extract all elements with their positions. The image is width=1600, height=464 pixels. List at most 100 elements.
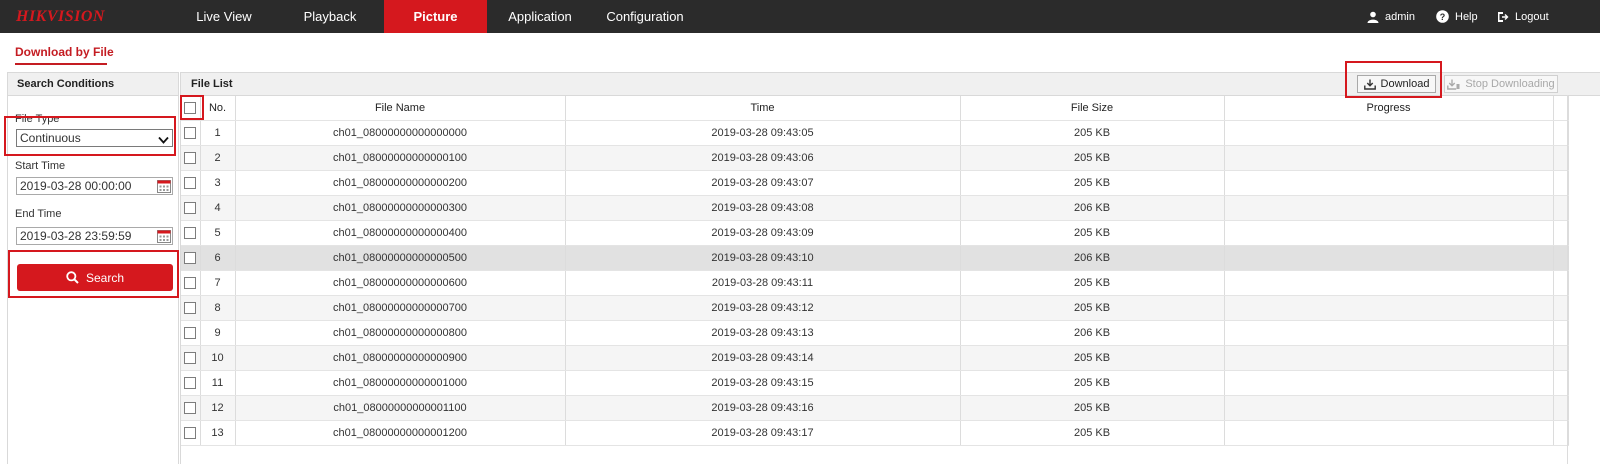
table-row[interactable]: 11 ch01_08000000000001000 2019-03-28 09:43… [181,370,1569,396]
row-scrollbar-spacer [1553,270,1569,296]
end-time-label: End Time [15,208,62,220]
calendar-icon[interactable] [157,229,171,243]
file-table: No. File Name Time File Size Progress 1c… [181,96,1569,446]
table-row[interactable]: 3 ch01_08000000000000200 2019-03-28 09:43:… [181,170,1569,196]
row-file-size: 205 KB [960,395,1225,421]
help-link[interactable]: ? Help [1436,0,1478,33]
column-header-no[interactable]: No. [200,96,236,121]
row-no: 8 [200,295,236,321]
scrollbar-header-spacer [1553,96,1569,121]
tab-active-underline [15,63,107,65]
row-no: 12 [200,395,236,421]
row-checkbox[interactable] [184,301,197,314]
nav-picture[interactable]: Picture [384,0,487,33]
row-time: 2019-03-28 09:43:15 [565,370,961,396]
end-time-input[interactable]: 2019-03-28 23:59:59 [16,227,173,245]
logout-link[interactable]: Logout [1497,0,1549,33]
row-time: 2019-03-28 09:43:07 [565,170,961,196]
row-checkbox[interactable] [184,226,197,239]
file-type-select[interactable]: Continuous [16,129,173,147]
row-progress [1224,345,1554,371]
row-checkbox-cell[interactable] [181,370,201,396]
row-file-size: 205 KB [960,295,1225,321]
table-row[interactable]: 13 ch01_08000000000001200 2019-03-28 09:43… [181,420,1569,446]
row-file-name: ch01_08000000000000200 [235,170,566,196]
row-checkbox-cell[interactable] [181,245,201,271]
row-file-name: ch01_08000000000000300 [235,195,566,221]
row-checkbox[interactable] [184,276,197,289]
row-checkbox[interactable] [184,401,197,414]
row-scrollbar-spacer [1553,195,1569,221]
row-checkbox-cell[interactable] [181,120,201,146]
table-row[interactable]: 6 ch01_08000000000000500 2019-03-28 09:43:… [181,245,1569,271]
table-row[interactable]: 10 ch01_08000000000000900 2019-03-28 09:43… [181,345,1569,371]
row-checkbox-cell[interactable] [181,220,201,246]
select-all-checkbox[interactable] [184,101,197,114]
logout-label: Logout [1515,10,1549,23]
row-checkbox-cell[interactable] [181,395,201,421]
row-file-name: ch01_08000000000000000 [235,120,566,146]
stop-downloading-button[interactable]: Stop Downloading [1444,75,1558,93]
row-checkbox[interactable] [184,151,197,164]
row-checkbox[interactable] [184,351,197,364]
row-checkbox-cell[interactable] [181,145,201,171]
row-no: 1 [200,120,236,146]
row-checkbox[interactable] [184,176,197,189]
row-checkbox[interactable] [184,126,197,139]
nav-live-view[interactable]: Live View [176,0,272,33]
row-checkbox-cell[interactable] [181,170,201,196]
row-time: 2019-03-28 09:43:13 [565,320,961,346]
row-checkbox-cell[interactable] [181,320,201,346]
select-all-cell[interactable] [181,96,201,121]
row-file-size: 205 KB [960,220,1225,246]
row-checkbox[interactable] [184,376,197,389]
row-checkbox-cell[interactable] [181,345,201,371]
row-scrollbar-spacer [1553,345,1569,371]
row-progress [1224,195,1554,221]
column-header-file-name[interactable]: File Name [235,96,566,121]
row-checkbox[interactable] [184,426,197,439]
nav-configuration[interactable]: Configuration [600,0,690,33]
row-file-name: ch01_08000000000000700 [235,295,566,321]
row-checkbox-cell[interactable] [181,270,201,296]
row-file-size: 205 KB [960,345,1225,371]
row-no: 11 [200,370,236,396]
table-row[interactable]: 1 ch01_08000000000000000 2019-03-28 09:43:… [181,120,1569,146]
user-menu[interactable]: admin [1367,0,1415,33]
table-row[interactable]: 7 ch01_08000000000000600 2019-03-28 09:43:… [181,270,1569,296]
start-time-label: Start Time [15,160,66,172]
scrollbar-track[interactable] [1567,95,1568,464]
table-row[interactable]: 9 ch01_08000000000000800 2019-03-28 09:43:… [181,320,1569,346]
row-checkbox-cell[interactable] [181,295,201,321]
table-row[interactable]: 8 ch01_08000000000000700 2019-03-28 09:43:… [181,295,1569,321]
row-checkbox[interactable] [184,326,197,339]
nav-application[interactable]: Application [497,0,583,33]
row-progress [1224,395,1554,421]
file-type-value: Continuous [20,131,81,145]
nav-playback[interactable]: Playback [282,0,378,33]
column-header-file-size[interactable]: File Size [960,96,1225,121]
table-row[interactable]: 2 ch01_08000000000000100 2019-03-28 09:43:… [181,145,1569,171]
table-row[interactable]: 4 ch01_08000000000000300 2019-03-28 09:43:… [181,195,1569,221]
row-scrollbar-spacer [1553,120,1569,146]
search-button[interactable]: Search [17,264,173,291]
start-time-input[interactable]: 2019-03-28 00:00:00 [16,177,173,195]
column-header-progress[interactable]: Progress [1224,96,1554,121]
calendar-icon[interactable] [157,179,171,193]
row-checkbox[interactable] [184,251,197,264]
row-no: 7 [200,270,236,296]
tab-download-by-file[interactable]: Download by File [15,45,114,59]
row-time: 2019-03-28 09:43:14 [565,345,961,371]
row-progress [1224,120,1554,146]
row-checkbox[interactable] [184,201,197,214]
column-header-time[interactable]: Time [565,96,961,121]
table-row[interactable]: 5 ch01_08000000000000400 2019-03-28 09:43:… [181,220,1569,246]
search-conditions-header: Search Conditions [8,73,178,96]
row-checkbox-cell[interactable] [181,195,201,221]
row-checkbox-cell[interactable] [181,420,201,446]
table-row[interactable]: 12 ch01_08000000000001100 2019-03-28 09:43… [181,395,1569,421]
brand-logo: HIKVISION [16,8,105,25]
row-file-size: 205 KB [960,370,1225,396]
download-button[interactable]: Download [1357,75,1436,93]
user-icon [1367,11,1379,23]
